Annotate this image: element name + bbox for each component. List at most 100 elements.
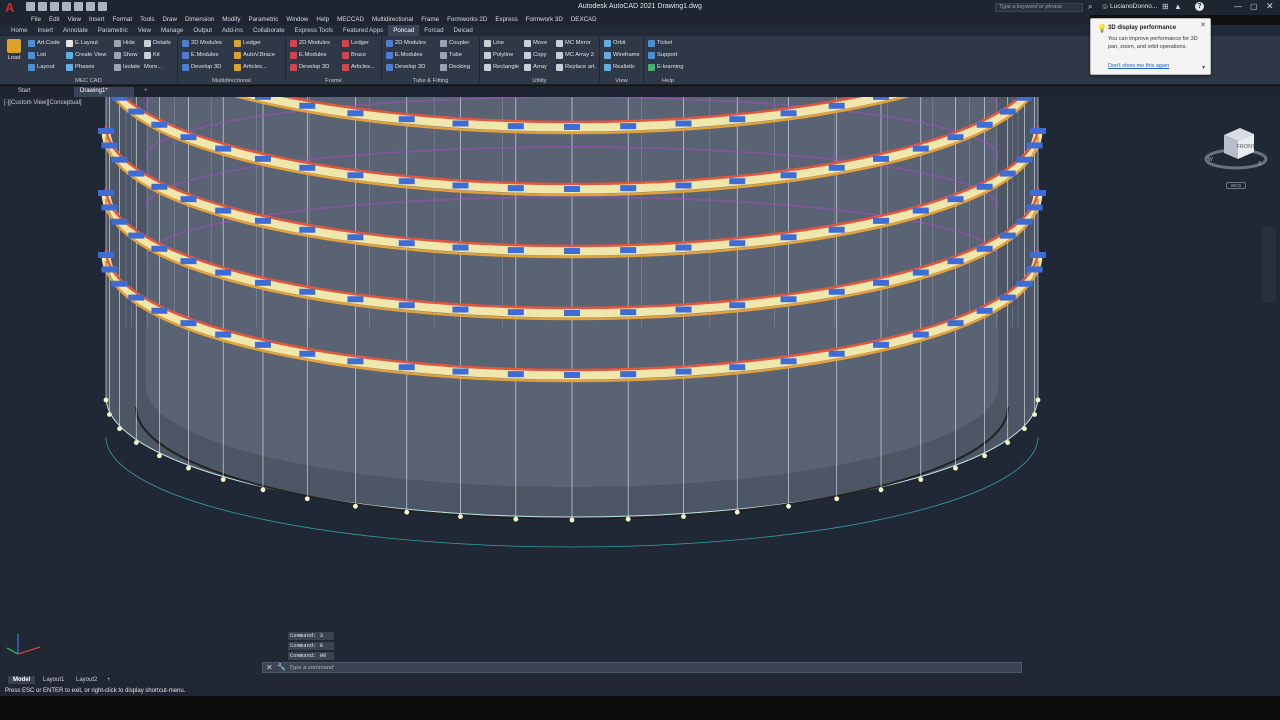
ribbon-tab-insert[interactable]: Insert [33,25,58,36]
frame-ledger-button[interactable]: Ledger [342,38,369,48]
ribbon-tab-output[interactable]: Output [188,25,217,36]
close-icon[interactable]: ✕ [1266,1,1274,12]
dont-show-again-link[interactable]: Don't show me this again [1108,63,1169,69]
menu-edit[interactable]: Edit [45,14,64,25]
new-tab-plus-icon[interactable]: + [138,87,154,97]
move-button[interactable]: Move [524,38,547,48]
notification-expand-icon[interactable]: ▾ [1202,64,1205,71]
ribbon-tab-manage[interactable]: Manage [156,25,188,36]
realistic-button[interactable]: Realistic [604,62,635,72]
ribbon-tab-annotate[interactable]: Annotate [58,25,93,36]
command-input[interactable] [289,664,1014,672]
mc-mirror-button[interactable]: MC Mirror [556,38,591,48]
menu-meccad[interactable]: MECCAD [333,14,368,25]
a360-icon[interactable]: ▲ [1174,2,1182,11]
multi-autov-brace-button[interactable]: AutoV.Brace [234,50,275,60]
tab-model[interactable]: Model [8,676,36,684]
menu-dexcad[interactable]: DEXCAD [567,14,601,25]
phases-button[interactable]: Phases [66,62,94,72]
menu-multidirectional[interactable]: Multidirectional [368,14,417,25]
menu-express[interactable]: Express [491,14,521,25]
ribbon-tab-parametric[interactable]: Parametric [93,25,133,36]
multi-2d-modules-button[interactable]: 2D Modules [182,38,222,48]
drawing-viewport[interactable]: [-][Custom View][Conceptual] FRONT W S W… [0,97,1280,675]
maximize-icon[interactable]: ▢ [1250,2,1258,11]
viewcube-icon[interactable]: FRONT W S [1200,119,1270,189]
menu-help[interactable]: Help [312,14,333,25]
create-view-button[interactable]: Create View [66,50,106,60]
load-button[interactable]: Load [6,39,22,63]
layout-button[interactable]: Layout [28,62,54,72]
ribbon-tab-express-tools[interactable]: Express Tools [290,25,338,36]
frame-brace-button[interactable]: Brace [342,50,366,60]
frame-e-modules-button[interactable]: E.Modules [290,50,326,60]
help-icon[interactable]: ? [1195,2,1204,11]
ribbon-tab-home[interactable]: Home [6,25,33,36]
menu-parametric[interactable]: Parametric [244,14,282,25]
wcs-menu[interactable]: WCS [1226,182,1246,189]
menu-modify[interactable]: Modify [218,14,244,25]
add-layout-plus-icon[interactable]: + [102,676,116,684]
frame-2d-modules-button[interactable]: 2D Modules [290,38,330,48]
tube-2d-modules-button[interactable]: 2D Modules [386,38,426,48]
mc-array-2-button[interactable]: MC Array 2 [556,50,594,60]
cart-icon[interactable]: ⊞ [1162,2,1169,11]
tab-start[interactable]: Start [12,87,37,97]
command-customize-icon[interactable]: 🔧 [277,663,286,673]
support-button[interactable]: Support [648,50,677,60]
wireframe-button[interactable]: Wireframe [604,50,640,60]
details-button[interactable]: Details [144,38,171,48]
user-name[interactable]: LucianoDonno... [1110,3,1157,10]
multi-develop-3d-button[interactable]: Develop 3D [182,62,221,72]
ribbon-tab-collaborate[interactable]: Collaborate [248,25,290,36]
list-button[interactable]: List [28,50,46,60]
menu-tools[interactable]: Tools [136,14,158,25]
menu-frame[interactable]: Frame [417,14,443,25]
kit-button[interactable]: Kit [144,50,160,60]
navigation-bar[interactable] [1262,227,1276,302]
tube-e-modules-button[interactable]: E.Modules [386,50,422,60]
menu-formwork-3d[interactable]: Formwork 3D [522,14,567,25]
polyline-button[interactable]: Polyline [484,50,513,60]
frame-articles-button[interactable]: Articles... [342,62,375,72]
ribbon-tab-deicad[interactable]: Deicad [449,25,478,36]
search-icon[interactable]: ⌕ [1088,2,1092,12]
menu-insert[interactable]: Insert [85,14,108,25]
art-code-button[interactable]: Art.Code [28,38,60,48]
array-button[interactable]: Array [524,62,547,72]
search-input[interactable]: Type a keyword or phrase [995,3,1083,12]
menu-dimension[interactable]: Dimension [181,14,218,25]
menu-window[interactable]: Window [282,14,312,25]
ribbon-tab-forcad[interactable]: Forcad [419,25,448,36]
tube-develop-3d-button[interactable]: Develop 3D [386,62,425,72]
multi-ledger-button[interactable]: Ledger [234,38,261,48]
tab-layout1[interactable]: Layout1 [38,676,69,684]
ribbon-tab-add-ins[interactable]: Add-ins [217,25,248,36]
tab-drawing1[interactable]: Drawing1* [74,87,134,97]
coupler-button[interactable]: Coupler [440,38,469,48]
menu-file[interactable]: File [27,14,45,25]
menu-format[interactable]: Format [108,14,136,25]
notification-close-icon[interactable]: ✕ [1200,21,1206,29]
menu-draw[interactable]: Draw [159,14,181,25]
user-icon[interactable]: ☺ [1101,2,1109,11]
menu-view[interactable]: View [64,14,85,25]
menu-formworks-2d[interactable]: Formworks 2D [443,14,491,25]
more-button[interactable]: More... [144,62,162,72]
ribbon-tab-poncad[interactable]: Poncad [388,25,420,36]
frame-develop-3d-button[interactable]: Develop 3D [290,62,329,72]
show-button[interactable]: Show [114,50,138,60]
orbit-button[interactable]: Orbit [604,38,626,48]
copy-button[interactable]: Copy [524,50,547,60]
tube-button[interactable]: Tube [440,50,462,60]
ribbon-tab-view[interactable]: View [133,25,156,36]
ticket-button[interactable]: Ticket [648,38,672,48]
multi-e-modules-button[interactable]: E.Modules [182,50,218,60]
ribbon-tab-featured-apps[interactable]: Featured Apps [338,25,388,36]
e-learning-button[interactable]: E-learning [648,62,683,72]
e-layout-button[interactable]: E.Layout [66,38,98,48]
hide-button[interactable]: Hide [114,38,135,48]
line-button[interactable]: Line [484,38,504,48]
viewport-controls-label[interactable]: [-][Custom View][Conceptual] [4,100,82,106]
isolate-button[interactable]: Isolate [114,62,140,72]
